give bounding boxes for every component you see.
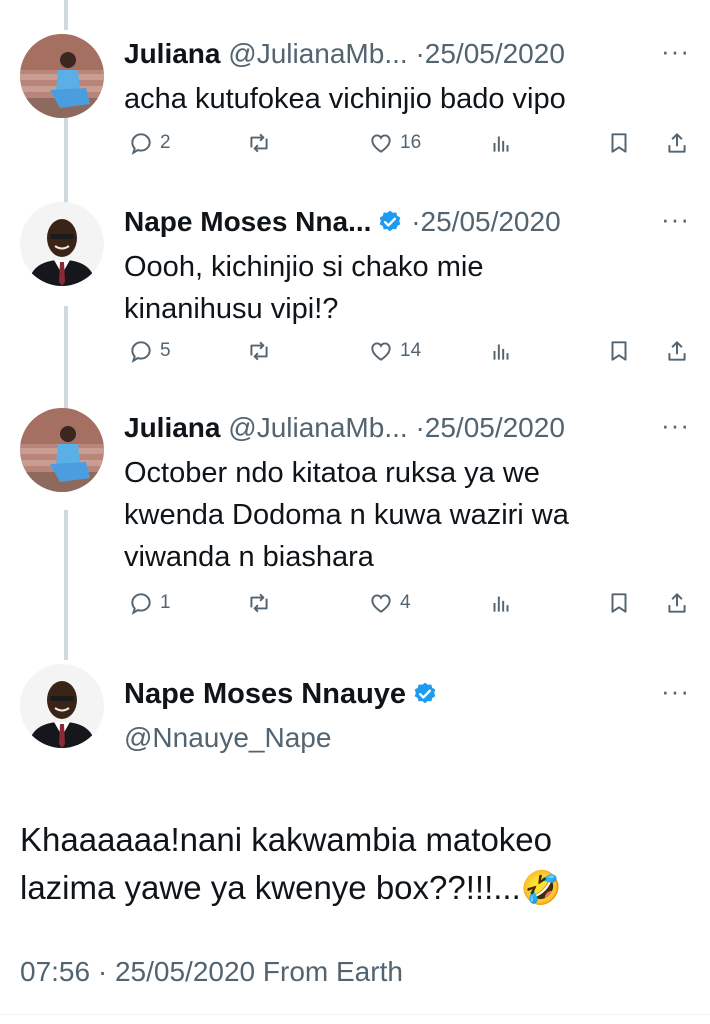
views-button[interactable] bbox=[488, 338, 514, 364]
heart-icon bbox=[371, 342, 391, 361]
reply-count: 1 bbox=[160, 592, 171, 613]
avatar-photo bbox=[20, 664, 104, 748]
verified-badge-icon bbox=[414, 682, 436, 704]
tweet-text-line: viwanda n biashara bbox=[124, 541, 374, 573]
heart-icon bbox=[371, 134, 391, 153]
reply-header: Juliana @JulianaMb... ·25/05/2020 ··· bbox=[124, 408, 690, 448]
author-name[interactable]: Nape Moses Nnauye bbox=[124, 678, 406, 710]
avatar-photo bbox=[20, 408, 104, 492]
share-icon bbox=[668, 133, 686, 153]
bookmark-icon bbox=[611, 593, 627, 613]
tweet-text-line: acha kutufokea vichinjio bado vipo bbox=[124, 83, 566, 115]
author-name[interactable]: Juliana bbox=[124, 412, 220, 443]
avatar-photo bbox=[20, 202, 104, 286]
author-handle[interactable]: @JulianaMb... bbox=[228, 38, 407, 69]
tweet-text-line: kwenda Dodoma n kuwa waziri wa bbox=[124, 499, 569, 531]
like-button[interactable]: 14 bbox=[368, 338, 421, 364]
main-author-row: Nape Moses Nnauye bbox=[124, 674, 438, 714]
retweet-icon bbox=[250, 593, 268, 613]
avatar-nape[interactable] bbox=[20, 664, 104, 748]
avatar-juliana[interactable] bbox=[20, 408, 104, 492]
tweet-date[interactable]: 25/05/2020 bbox=[425, 38, 565, 69]
share-icon bbox=[668, 341, 686, 361]
share-icon bbox=[668, 593, 686, 613]
separator-dot: · bbox=[415, 38, 425, 69]
tweet-text-line: October ndo kitatoa ruksa ya we bbox=[124, 457, 540, 489]
reply-header: Nape Moses Nna... ·25/05/2020 ··· bbox=[124, 202, 690, 242]
views-icon bbox=[493, 136, 509, 152]
avatar-nape[interactable] bbox=[20, 202, 104, 286]
bookmark-button[interactable] bbox=[606, 338, 632, 364]
retweet-icon bbox=[250, 341, 268, 361]
like-count: 4 bbox=[400, 592, 411, 613]
bookmark-icon bbox=[611, 133, 627, 153]
tweet-source: From Earth bbox=[262, 956, 403, 987]
avatar-juliana[interactable] bbox=[20, 34, 104, 118]
main-tweet-text: Khaaaaaa!nani kakwambia matokeo lazima y… bbox=[20, 816, 680, 912]
like-count: 14 bbox=[400, 340, 422, 361]
retweet-icon bbox=[250, 133, 268, 153]
action-bar: 1 4 bbox=[124, 590, 690, 624]
reply-button[interactable]: 2 bbox=[128, 130, 171, 156]
tweet-meta: 07:56 · 25/05/2020 From Earth bbox=[20, 952, 403, 992]
bookmark-button[interactable] bbox=[606, 590, 632, 616]
tweet-time[interactable]: 07:56 bbox=[20, 956, 90, 987]
heart-icon bbox=[371, 594, 391, 613]
like-button[interactable]: 16 bbox=[368, 130, 421, 156]
main-author-block: Nape Moses Nnauye @Nnauye_Nape bbox=[124, 674, 438, 758]
share-button[interactable] bbox=[664, 130, 690, 156]
author-name[interactable]: Nape Moses Nna... bbox=[124, 206, 371, 237]
reply-button[interactable]: 5 bbox=[128, 338, 171, 364]
reply-button[interactable]: 1 bbox=[128, 590, 171, 616]
reply-header: Juliana @JulianaMb... ·25/05/2020 ··· bbox=[124, 34, 690, 74]
reply-icon bbox=[131, 593, 151, 615]
reply-count: 5 bbox=[160, 340, 171, 361]
reply-icon bbox=[131, 341, 151, 363]
action-bar: 5 14 bbox=[124, 338, 690, 372]
thread-line bbox=[64, 0, 68, 30]
tweet-date[interactable]: 25/05/2020 bbox=[421, 206, 561, 237]
like-count: 16 bbox=[400, 132, 422, 153]
reply-count: 2 bbox=[160, 132, 171, 153]
tweet-date[interactable]: 25/05/2020 bbox=[115, 956, 255, 987]
verified-badge-icon bbox=[380, 210, 401, 232]
reply-tweet[interactable]: Juliana @JulianaMb... ·25/05/2020 ··· Oc… bbox=[0, 408, 710, 628]
tweet-date[interactable]: 25/05/2020 bbox=[425, 412, 565, 443]
avatar-photo bbox=[20, 34, 104, 118]
share-button[interactable] bbox=[664, 590, 690, 616]
retweet-button[interactable] bbox=[246, 590, 272, 616]
more-dots-icon[interactable]: ··· bbox=[661, 674, 690, 708]
tweet-text: Oooh, kichinjio si chako mie kinanihusu … bbox=[124, 246, 690, 330]
separator-dot: · bbox=[411, 206, 421, 237]
retweet-button[interactable] bbox=[246, 130, 272, 156]
more-dots-icon[interactable]: ··· bbox=[661, 202, 690, 236]
retweet-button[interactable] bbox=[246, 338, 272, 364]
author-name[interactable]: Juliana bbox=[124, 38, 220, 69]
reply-icon bbox=[131, 133, 151, 155]
tweet-text-line: lazima yawe ya kwenye box??!!!...🤣 bbox=[20, 869, 562, 906]
separator-dot: · bbox=[415, 412, 425, 443]
views-button[interactable] bbox=[488, 130, 514, 156]
reply-tweet[interactable]: Juliana @JulianaMb... ·25/05/2020 ··· ac… bbox=[0, 34, 710, 184]
tweet-text-line: Khaaaaaa!nani kakwambia matokeo bbox=[20, 821, 553, 858]
tweet-text-line: Oooh, kichinjio si chako mie bbox=[124, 251, 484, 283]
more-dots-icon[interactable]: ··· bbox=[661, 34, 690, 68]
tweet-text-line: kinanihusu vipi!? bbox=[124, 293, 339, 325]
tweet-text: acha kutufokea vichinjio bado vipo bbox=[124, 78, 690, 120]
author-handle[interactable]: @JulianaMb... bbox=[228, 412, 407, 443]
tweet-text: October ndo kitatoa ruksa ya we kwenda D… bbox=[124, 452, 690, 578]
views-icon bbox=[493, 596, 509, 612]
views-button[interactable] bbox=[488, 590, 514, 616]
share-button[interactable] bbox=[664, 338, 690, 364]
action-bar: 2 16 bbox=[124, 130, 690, 164]
views-icon bbox=[493, 344, 509, 360]
divider bbox=[0, 1014, 710, 1015]
reply-tweet[interactable]: Nape Moses Nna... ·25/05/2020 ··· Oooh, … bbox=[0, 202, 710, 372]
more-dots-icon[interactable]: ··· bbox=[661, 408, 690, 442]
like-button[interactable]: 4 bbox=[368, 590, 411, 616]
separator-dot: · bbox=[97, 956, 108, 987]
author-handle[interactable]: @Nnauye_Nape bbox=[124, 718, 438, 758]
bookmark-icon bbox=[611, 341, 627, 361]
bookmark-button[interactable] bbox=[606, 130, 632, 156]
